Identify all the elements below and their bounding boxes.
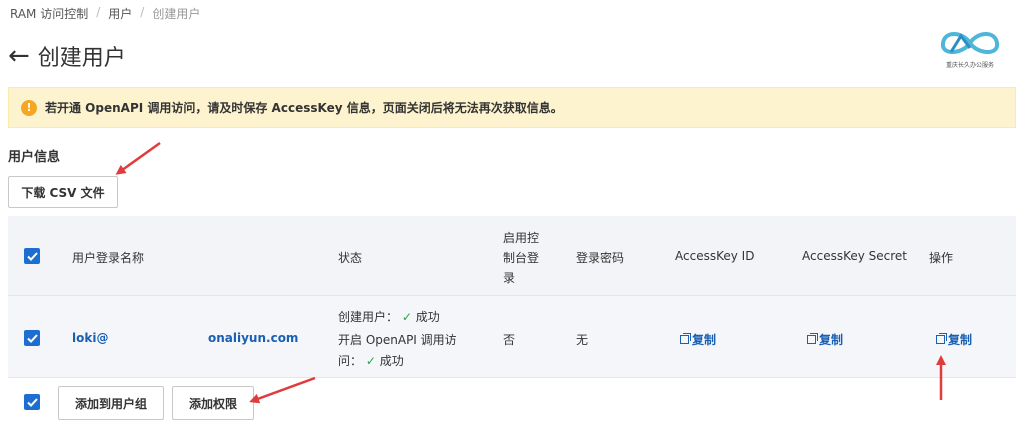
table-header: 用户登录名称 状态 启用控 制台登 录 登录密码 AccessKey ID Ac…	[8, 216, 1016, 296]
password-value: 无	[576, 333, 589, 347]
logo-caption: 重庆长久办公服务	[945, 62, 994, 69]
copy-row-link[interactable]: 复制	[936, 331, 972, 348]
check-icon: ✓	[401, 310, 412, 324]
status-api-label-line1: 开启 OpenAPI 调用访	[338, 333, 457, 347]
copy-accesskey-secret-link[interactable]: 复制	[807, 331, 843, 348]
column-console-login-line3: 录	[503, 271, 516, 285]
annotation-arrow	[249, 376, 316, 404]
copy-accesskey-secret-label: 复制	[819, 333, 844, 347]
column-status: 状态	[338, 251, 363, 265]
breadcrumb-users[interactable]: 用户	[108, 5, 132, 22]
download-csv-button[interactable]: 下载 CSV 文件	[8, 176, 118, 208]
copy-icon	[807, 333, 818, 344]
check-icon	[26, 397, 38, 407]
back-arrow-icon[interactable]: ←	[8, 43, 30, 69]
breadcrumb-separator: /	[96, 5, 101, 19]
brand-logo: 重庆长久办公服务	[934, 28, 1006, 84]
copy-row-label: 复制	[948, 333, 973, 347]
status-api-result: 成功	[379, 354, 404, 368]
alert-message: 若开通 OpenAPI 调用访问，请及时保存 AccessKey 信息，页面关闭…	[45, 101, 563, 115]
copy-accesskey-id-label: 复制	[692, 333, 717, 347]
warning-alert: ! 若开通 OpenAPI 调用访问，请及时保存 AccessKey 信息，页面…	[8, 87, 1016, 128]
column-console-login-line1: 启用控	[503, 231, 540, 245]
row-checkbox[interactable]	[24, 330, 40, 346]
annotation-arrow	[115, 141, 161, 175]
column-accesskey-secret: AccessKey Secret	[802, 249, 908, 263]
status-create-line: 创建用户： ✓ 成功	[338, 308, 440, 325]
login-name-prefix: loki@	[72, 331, 109, 345]
status-create-result: 成功	[415, 310, 440, 324]
user-table: 用户登录名称 状态 启用控 制台登 录 登录密码 AccessKey ID Ac…	[8, 216, 1016, 378]
breadcrumb-separator: /	[140, 5, 145, 19]
breadcrumb-current: 创建用户	[152, 7, 201, 21]
page-header: ← 创建用户	[8, 40, 126, 72]
warning-icon: !	[21, 99, 37, 116]
column-password: 登录密码	[576, 251, 625, 265]
login-name-domain: onaliyun.com	[208, 331, 299, 345]
console-login-value: 否	[503, 333, 516, 347]
add-permission-button[interactable]: 添加权限	[172, 386, 254, 420]
column-accesskey-id: AccessKey ID	[675, 249, 755, 263]
infinity-logo-icon	[940, 32, 1000, 54]
status-api-line2: 问： ✓ 成功	[338, 352, 404, 369]
page-title: 创建用户	[37, 46, 126, 71]
status-api-label-line2: 问：	[338, 354, 363, 368]
breadcrumb: RAM 访问控制 / 用户 / 创建用户	[10, 5, 200, 22]
column-actions: 操作	[929, 251, 954, 265]
column-login-name: 用户登录名称	[72, 251, 145, 265]
copy-accesskey-id-link[interactable]: 复制	[680, 331, 716, 348]
table-row: loki@ onaliyun.com 创建用户： ✓ 成功 开启 OpenAPI…	[8, 296, 1016, 378]
check-icon	[26, 251, 38, 261]
section-title: 用户信息	[8, 150, 61, 165]
copy-icon	[680, 333, 691, 344]
select-all-checkbox[interactable]	[24, 248, 40, 264]
check-icon	[26, 333, 38, 343]
status-create-label: 创建用户：	[338, 310, 399, 324]
add-to-group-button[interactable]: 添加到用户组	[58, 386, 164, 420]
check-icon: ✓	[365, 354, 376, 368]
breadcrumb-ram[interactable]: RAM 访问控制	[10, 5, 88, 22]
copy-icon	[936, 333, 947, 344]
column-console-login-line2: 制台登	[503, 251, 540, 265]
footer-select-checkbox[interactable]	[24, 394, 40, 410]
